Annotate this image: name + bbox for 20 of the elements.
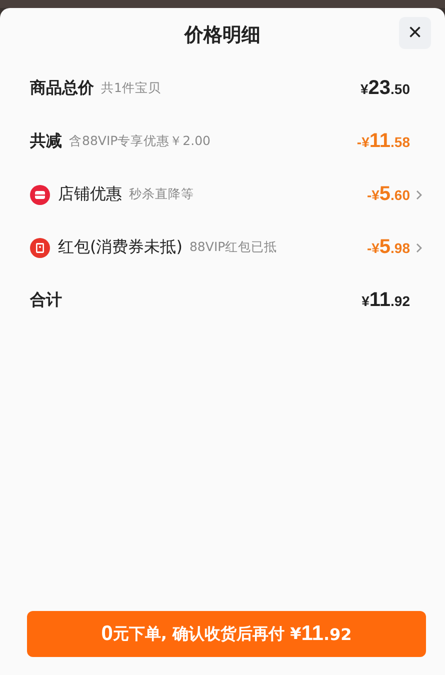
price-amount: -¥11.58 (356, 130, 410, 153)
price-amount: ¥23.50 (360, 77, 410, 100)
price-amount: ¥11.92 (362, 289, 410, 312)
price-amount: -¥5.98 (366, 236, 410, 259)
price-label: 共减 (30, 131, 62, 152)
sheet-title: 价格明细 (184, 23, 260, 48)
chevron-right-icon[interactable] (415, 242, 423, 254)
close-button[interactable]: × (399, 17, 431, 49)
chevron-right-icon[interactable] (415, 188, 423, 200)
price-label: 商品总价 (30, 78, 94, 99)
price-note: 共1件宝贝 (101, 80, 161, 97)
price-note: 含88VIP专享优惠￥2.00 (69, 133, 211, 150)
shop-icon (30, 184, 50, 204)
price-label: 店铺优惠 (58, 184, 122, 205)
price-label: 合计 (30, 290, 62, 311)
price-label: 红包(消费券未抵) (58, 237, 182, 258)
envelope-icon (30, 238, 50, 258)
price-amount: -¥5.60 (366, 183, 410, 206)
price-note: 秒杀直降等 (129, 186, 194, 203)
price-note: 88VIP红包已抵 (189, 239, 278, 256)
